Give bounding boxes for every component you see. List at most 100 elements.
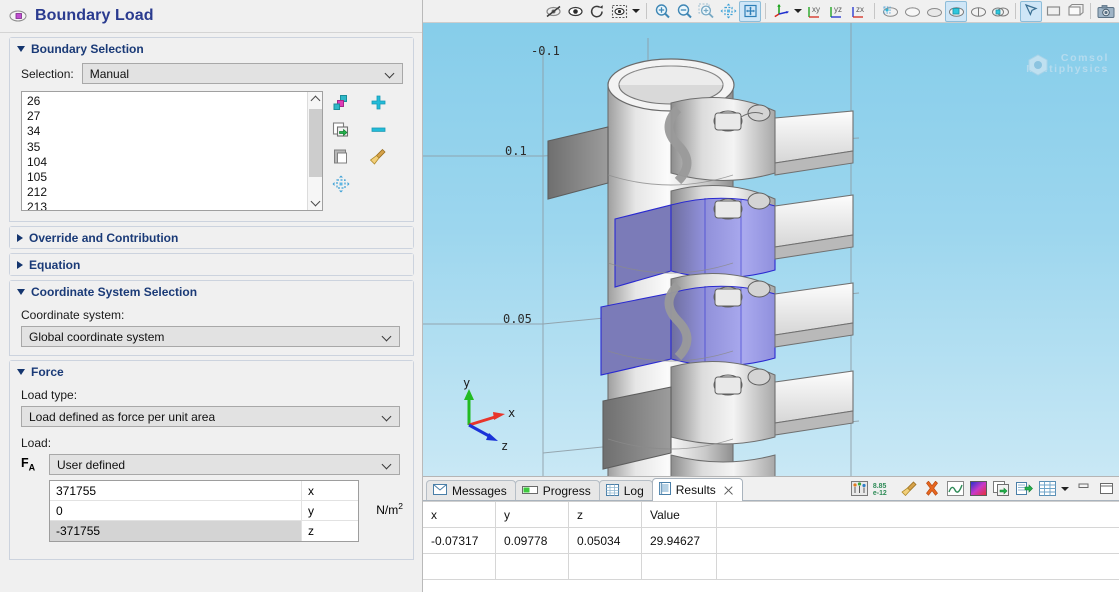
view-dropdown-caret[interactable] — [792, 1, 804, 22]
select-dropdown-caret[interactable] — [630, 1, 642, 22]
list-item[interactable]: 105 — [27, 170, 307, 185]
force-x-input[interactable]: 371755 — [50, 481, 302, 500]
table-graph-icon[interactable] — [944, 478, 966, 499]
select-edges-icon[interactable] — [901, 1, 923, 22]
click-and-hide-icon[interactable] — [1020, 0, 1042, 22]
boundary-list[interactable]: 26 27 34 35 104 105 212 213 — [21, 91, 323, 211]
view-yz-plane-icon[interactable]: yz — [826, 1, 848, 22]
select-box-icon[interactable] — [608, 1, 630, 22]
column-header-blank — [717, 502, 1119, 528]
section-header-force[interactable]: Force — [10, 361, 413, 382]
svg-text:zx: zx — [856, 5, 864, 14]
transparency-icon[interactable] — [967, 1, 989, 22]
section-body-coordinate-system-selection: Coordinate system: Global coordinate sys… — [10, 302, 413, 355]
section-title-override-and-contribution: Override and Contribution — [29, 230, 179, 245]
view-hidden-icon[interactable] — [564, 1, 586, 22]
list-item[interactable]: 35 — [27, 140, 307, 155]
panel-title-bar: Boundary Load — [0, 0, 422, 33]
clear-selection-icon[interactable] — [368, 147, 388, 167]
table-dropdown-caret[interactable] — [1059, 478, 1071, 499]
select-boundaries-icon[interactable] — [923, 1, 945, 22]
table-row[interactable]: -371755 z — [50, 521, 358, 541]
show-all-icon[interactable] — [1064, 1, 1086, 22]
tab-progress[interactable]: Progress — [514, 480, 600, 501]
select-points-icon[interactable] — [879, 1, 901, 22]
paste-selection-icon[interactable] — [331, 120, 351, 140]
copy-table-icon[interactable] — [990, 478, 1012, 499]
list-item[interactable]: 27 — [27, 109, 307, 124]
add-to-selection-icon[interactable] — [368, 93, 388, 113]
minimize-panel-icon[interactable] — [1072, 478, 1094, 499]
force-components-row: 371755 x 0 y -371755 z N/m2 — [21, 475, 403, 542]
chevron-down-icon — [17, 288, 25, 295]
list-scrollbar[interactable] — [307, 92, 322, 210]
zoom-to-selection-icon[interactable] — [331, 174, 351, 194]
scrollbar-thumb[interactable] — [308, 109, 322, 177]
reset-hiding-icon[interactable] — [586, 1, 608, 22]
table-row[interactable]: -0.07317 0.09778 0.05034 29.94627 — [423, 528, 1119, 554]
delete-table-icon[interactable] — [921, 478, 943, 499]
force-components-table: 371755 x 0 y -371755 z — [49, 480, 360, 542]
precision-icon[interactable]: 8.85 e-12 — [871, 478, 897, 499]
boundary-list-area: 26 27 34 35 104 105 212 213 — [21, 91, 403, 211]
table-surface-icon[interactable] — [967, 478, 989, 499]
list-item[interactable]: 213 — [27, 200, 307, 210]
active-selection-link-icon[interactable] — [331, 93, 351, 113]
list-item[interactable]: 26 — [27, 94, 307, 109]
section-header-equation[interactable]: Equation — [10, 254, 413, 275]
toolbar-separator — [1090, 3, 1091, 19]
force-z-input[interactable]: -371755 — [50, 521, 302, 541]
section-force: Force Load type: Load defined as force p… — [9, 360, 414, 560]
selection-label: Selection: — [21, 66, 74, 81]
table-row[interactable]: 0 y — [50, 501, 359, 521]
chevron-down-icon — [17, 45, 25, 52]
table-settings-icon[interactable] — [848, 478, 870, 499]
coordinate-system-dropdown[interactable]: Global coordinate system — [21, 326, 400, 347]
scroll-up-icon[interactable] — [308, 92, 323, 107]
view-xy-plane-icon[interactable]: xy — [804, 1, 826, 22]
zoom-to-selection-icon[interactable] — [739, 0, 761, 22]
copy-selection-icon[interactable] — [331, 147, 351, 167]
clear-table-icon[interactable] — [898, 478, 920, 499]
tab-results[interactable]: Results — [651, 478, 743, 501]
hide-geometric-entities-icon[interactable] — [542, 1, 564, 22]
scrollbar-track[interactable] — [308, 107, 323, 195]
add-table-icon[interactable] — [1036, 478, 1058, 499]
tab-log[interactable]: Log — [598, 480, 653, 501]
zoom-extents-icon[interactable] — [717, 1, 739, 22]
list-item[interactable]: 104 — [27, 155, 307, 170]
zoom-out-icon[interactable] — [673, 1, 695, 22]
go-to-default-view-icon[interactable] — [770, 1, 792, 22]
grid-label: 0.1 — [505, 144, 527, 158]
select-domains-icon[interactable] — [945, 0, 967, 22]
tab-messages[interactable]: Messages — [426, 480, 516, 501]
chevron-right-icon — [17, 233, 23, 242]
zoom-in-icon[interactable] — [651, 1, 673, 22]
list-item[interactable]: 34 — [27, 124, 307, 139]
wireframe-rendering-icon[interactable] — [989, 1, 1011, 22]
force-y-input[interactable]: 0 — [50, 501, 302, 520]
section-header-coordinate-system-selection[interactable]: Coordinate System Selection — [10, 281, 413, 302]
selection-mode-dropdown[interactable]: Manual — [81, 63, 403, 84]
load-label: Load: — [21, 436, 52, 450]
3d-scene[interactable]: -0.1 0.1 0.05 y x z — [423, 23, 1119, 477]
export-table-icon[interactable] — [1013, 478, 1035, 499]
table-row[interactable]: 371755 x — [50, 481, 359, 501]
close-icon[interactable] — [723, 485, 734, 496]
cad-model[interactable] — [547, 58, 854, 477]
hide-box-icon[interactable] — [1042, 1, 1064, 22]
results-table[interactable]: x y z Value -0.07317 0.09778 0.05034 29.… — [423, 501, 1119, 592]
table-row-empty[interactable] — [423, 554, 1119, 580]
3d-viewport[interactable]: -0.1 0.1 0.05 y x z Comsol Multiphysics — [423, 23, 1119, 477]
view-zx-plane-icon[interactable]: zx — [848, 1, 870, 22]
image-snapshot-icon[interactable] — [1095, 1, 1117, 22]
load-type-dropdown[interactable]: Load defined as force per unit area — [21, 406, 400, 427]
list-item[interactable]: 212 — [27, 185, 307, 200]
section-header-boundary-selection[interactable]: Boundary Selection — [10, 38, 413, 59]
fa-dropdown[interactable]: User defined — [49, 454, 400, 475]
zoom-box-icon[interactable] — [695, 1, 717, 22]
remove-from-selection-icon[interactable] — [368, 120, 388, 140]
maximize-panel-icon[interactable] — [1095, 478, 1117, 499]
section-header-override-and-contribution[interactable]: Override and Contribution — [10, 227, 413, 248]
scroll-down-icon[interactable] — [308, 195, 323, 210]
